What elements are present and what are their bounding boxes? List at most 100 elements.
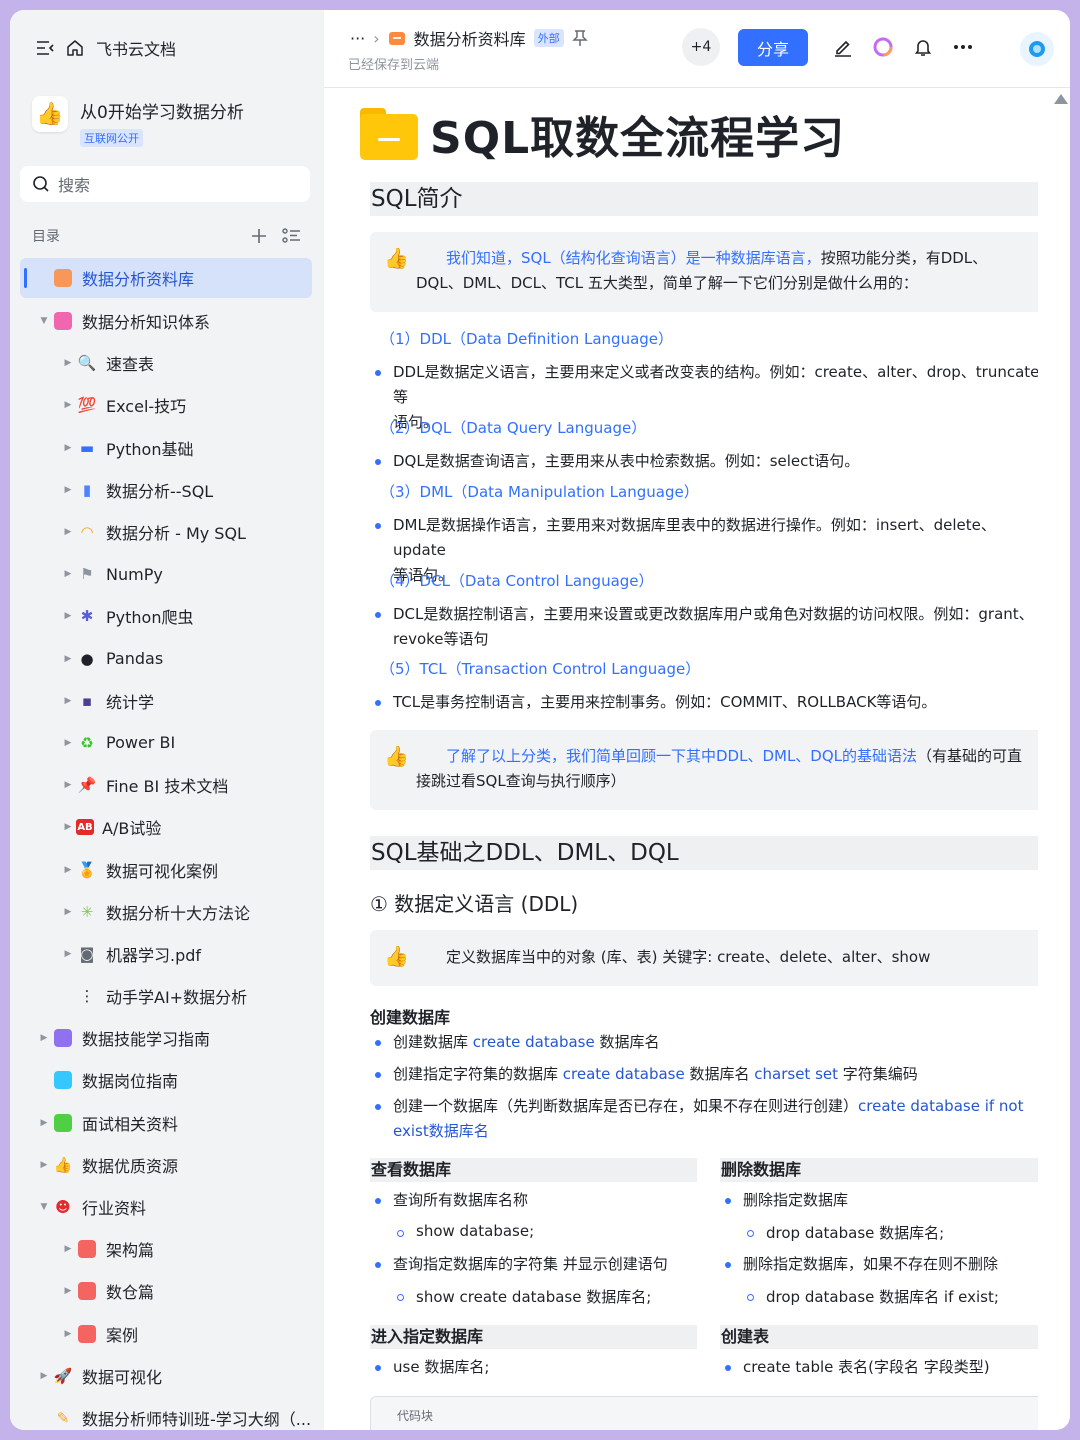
chevron-right-icon[interactable]: ▶ — [60, 865, 76, 875]
notification-bell-icon[interactable] — [912, 36, 934, 58]
chevron-right-icon[interactable]: ▶ — [60, 696, 76, 706]
sidebar-item[interactable]: ▶ ▪ 统计学 — [20, 680, 312, 722]
share-button[interactable]: 分享 — [738, 29, 808, 66]
list-item-show-create[interactable]: 查询指定数据库的字符集 并显示创建语句 — [372, 1252, 692, 1277]
chevron-right-icon[interactable]: ▶ — [60, 1329, 76, 1339]
heading-use-database[interactable]: 进入指定数据库 — [370, 1325, 697, 1349]
heading-view-database[interactable]: 查看数据库 — [370, 1158, 697, 1182]
sidebar-item[interactable]: ▶ ⚑ NumPy — [20, 553, 312, 595]
para-dml[interactable]: （3）DML（Data Manipulation Language） — [380, 481, 699, 502]
collaborators-more-button[interactable]: +4 — [682, 28, 720, 66]
sidebar-item[interactable]: ▶ ♻ Power BI — [20, 722, 312, 764]
chevron-right-icon[interactable]: ▶ — [36, 1371, 52, 1381]
sidebar-item[interactable]: ▶ ▮ 数据分析--SQL — [20, 469, 312, 511]
sidebar-item[interactable]: ▶ ▬ Python基础 — [20, 427, 312, 469]
edit-icon[interactable] — [832, 36, 854, 58]
collapse-sidebar-icon[interactable] — [36, 40, 54, 56]
sidebar-item[interactable]: ▶ 👍 数据优质资源 — [20, 1144, 312, 1186]
heading-ddl[interactable]: ① 数据定义语言 (DDL) — [370, 888, 578, 917]
chevron-right-icon[interactable]: ▶ — [60, 400, 76, 410]
sidebar-item[interactable]: ▶ 🚀 数据可视化 — [20, 1355, 312, 1397]
list-item-drop-db-if-exist[interactable]: 删除指定数据库，如果不存在则不删除 — [722, 1252, 1038, 1277]
chevron-right-icon[interactable]: ▶ — [36, 1160, 52, 1170]
para-dcl[interactable]: （4）DCL（Data Control Language） — [380, 570, 654, 591]
heading-create-table[interactable]: 创建表 — [720, 1325, 1038, 1349]
para-ddl[interactable]: （1）DDL（Data Definition Language） — [380, 328, 673, 349]
app-title[interactable]: 飞书云文档 — [96, 36, 176, 60]
sub-item-show-create[interactable]: show create database 数据库名; — [396, 1286, 651, 1307]
chevron-right-icon[interactable]: ▶ — [60, 527, 76, 537]
chevron-right-icon[interactable]: ▶ — [60, 1244, 76, 1254]
heading-drop-database[interactable]: 删除数据库 — [720, 1158, 1038, 1182]
list-item-dql[interactable]: DQL是数据查询语言，主要用来从表中检索数据。例如：select语句。 — [372, 449, 1038, 474]
chevron-down-icon[interactable]: ▼ — [36, 316, 52, 326]
sidebar-item[interactable]: ▼ ☻ 行业资料 — [20, 1186, 312, 1228]
add-icon[interactable] — [250, 227, 268, 245]
breadcrumb-doc-name[interactable]: 数据分析资料库 — [414, 26, 526, 50]
sidebar-item[interactable]: ▶ 📌 Fine BI 技术文档 — [20, 764, 312, 806]
chevron-right-icon[interactable]: ▶ — [60, 780, 76, 790]
list-item-create-db-if-not-exist[interactable]: 创建一个数据库（先判断数据库是否已存在，如果不存在则进行创建）create da… — [372, 1094, 1038, 1144]
sidebar-item[interactable]: ▶ 🔍 速查表 — [20, 342, 312, 384]
list-item-tcl[interactable]: TCL是事务控制语言，主要用来控制事务。例如：COMMIT、ROLLBACK等语… — [372, 690, 1038, 715]
sidebar-item[interactable]: ▶ AB A/B试验 — [20, 806, 312, 848]
chevron-down-icon[interactable]: ▼ — [36, 1202, 52, 1212]
chevron-right-icon[interactable]: ▶ — [60, 654, 76, 664]
search-input[interactable]: 搜索 — [20, 166, 310, 202]
heading-sql-basics[interactable]: SQL基础之DDL、DML、DQL — [370, 836, 1038, 870]
heading-create-database[interactable]: 创建数据库 — [370, 1004, 450, 1028]
list-item-show-databases[interactable]: 查询所有数据库名称 — [372, 1188, 692, 1213]
folder-icon[interactable] — [360, 108, 418, 160]
sidebar-item[interactable]: ▶ ✱ Python爬虫 — [20, 595, 312, 637]
chevron-right-icon[interactable]: ▶ — [36, 1118, 52, 1128]
sidebar-item[interactable]: ⋮ 动手学AI+数据分析 — [20, 975, 312, 1017]
chevron-right-icon[interactable]: ▶ — [60, 358, 76, 368]
sidebar-item[interactable]: ▶ ◙ 机器学习.pdf — [20, 933, 312, 975]
more-options-icon[interactable] — [952, 36, 974, 58]
sidebar-item[interactable]: ▶ 数据技能学习指南 — [20, 1017, 312, 1059]
list-item-use-db[interactable]: use 数据库名; — [372, 1355, 692, 1380]
home-icon[interactable] — [66, 39, 84, 57]
scroll-up-arrow-icon[interactable] — [1054, 94, 1068, 104]
sidebar-item[interactable]: ▶ 面试相关资料 — [20, 1102, 312, 1144]
sidebar-item[interactable]: ▶ 数仓篇 — [20, 1270, 312, 1312]
ai-assistant-icon[interactable] — [872, 36, 894, 58]
chevron-right-icon[interactable]: ▶ — [60, 1286, 76, 1296]
para-dql[interactable]: （2）DQL（Data Query Language） — [380, 417, 646, 438]
sub-item-drop-db-if-exist[interactable]: drop database 数据库名 if exist; — [746, 1286, 999, 1307]
chevron-right-icon[interactable]: ▶ — [60, 907, 76, 917]
chevron-right-icon[interactable]: ▶ — [60, 569, 76, 579]
chevron-right-icon[interactable]: ▶ — [60, 949, 76, 959]
callout-review[interactable]: 👍 了解了以上分类，我们简单回顾一下其中DDL、DML、DQL的基础语法（有基础… — [370, 730, 1038, 810]
chevron-right-icon[interactable]: ▶ — [60, 485, 76, 495]
list-item-dcl[interactable]: DCL是数据控制语言，主要用来设置或更改数据库用户或角色对数据的访问权限。例如：… — [372, 602, 1038, 652]
list-item-drop-db[interactable]: 删除指定数据库 — [722, 1188, 1038, 1213]
chevron-right-icon[interactable]: ▶ — [60, 738, 76, 748]
sidebar-item[interactable]: ▶ 案例 — [20, 1313, 312, 1355]
code-block[interactable]: 代码块 — [370, 1396, 1038, 1430]
chevron-right-icon[interactable]: ▶ — [36, 1033, 52, 1043]
chevron-right-icon[interactable]: ▶ — [60, 611, 76, 621]
para-tcl[interactable]: （5）TCL（Transaction Control Language） — [380, 658, 700, 679]
sidebar-item[interactable]: ✎ 数据分析师特训班-学习大纲（... — [20, 1397, 312, 1430]
list-item-create-db[interactable]: 创建数据库 create database 数据库名 — [372, 1030, 1038, 1055]
sub-item-drop-db[interactable]: drop database 数据库名; — [746, 1222, 944, 1243]
sidebar-item[interactable]: ▶ ✳ 数据分析十大方法论 — [20, 891, 312, 933]
sub-item-show-database[interactable]: show database; — [396, 1222, 534, 1240]
sidebar-item[interactable]: ▶ 架构篇 — [20, 1228, 312, 1270]
list-item-create-table[interactable]: create table 表名(字段名 字段类型) — [722, 1355, 1038, 1380]
outline-list-icon[interactable] — [282, 227, 302, 245]
callout-intro[interactable]: 👍 我们知道，SQL（结构化查询语言）是一种数据库语言，按照功能分类，有DDL、… — [370, 232, 1038, 312]
breadcrumb-more-button[interactable]: ··· — [350, 29, 365, 48]
pin-icon[interactable] — [571, 29, 588, 47]
sidebar-item[interactable]: 数据分析资料库 — [20, 258, 312, 298]
doc-title[interactable]: SQL取数全流程学习 — [430, 102, 845, 166]
heading-sql-intro[interactable]: SQL简介 — [370, 182, 1038, 216]
sidebar-item[interactable]: ▶ ● Pandas — [20, 638, 312, 680]
sidebar-item[interactable]: 数据岗位指南 — [20, 1059, 312, 1101]
chevron-right-icon[interactable]: ▶ — [60, 443, 76, 453]
sidebar-item[interactable]: ▶ 🏅 数据可视化案例 — [20, 848, 312, 890]
sidebar-item[interactable]: ▶ 💯 Excel-技巧 — [20, 384, 312, 426]
callout-ddl[interactable]: 👍 定义数据库当中的对象 (库、表) 关键字: create、delete、al… — [370, 930, 1038, 986]
user-avatar[interactable] — [1020, 32, 1054, 66]
